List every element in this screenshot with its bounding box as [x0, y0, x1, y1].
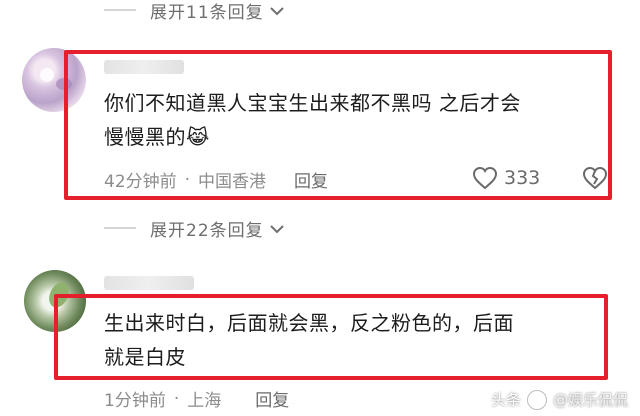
comment-meta: 42分钟前 · 中国香港 回复 — [104, 167, 328, 193]
comment-location: 上海 — [187, 391, 222, 411]
comment-location: 中国香港 — [198, 172, 267, 192]
comment-body: 你们不知道黑人宝宝生出来都不黑吗 之后才会 慢慢黑的😹 — [104, 86, 624, 154]
avatar[interactable] — [24, 270, 86, 332]
expand-replies-mid[interactable]: 展开22条回复 — [104, 214, 284, 242]
comment-time: 1分钟前 — [104, 391, 166, 411]
comment-meta: 1分钟前 · 上海 回复 — [104, 386, 289, 412]
like-button[interactable]: 333 — [472, 166, 540, 190]
avatar-detail — [56, 78, 72, 90]
chevron-down-icon — [269, 1, 284, 20]
watermark-prefix: 头条 — [490, 391, 521, 409]
username-blurred[interactable] — [104, 60, 184, 74]
watermark-account: @娱乐侃侃 — [552, 391, 628, 409]
expand-replies-label: 展开11条回复 — [150, 2, 264, 23]
expand-replies-label: 展开22条回复 — [150, 220, 264, 241]
watermark: 头条 @娱乐侃侃 — [491, 389, 628, 410]
meta-separator: · — [184, 169, 191, 190]
avatar-detail — [45, 279, 73, 311]
divider-line — [104, 227, 136, 229]
heart-icon — [472, 166, 498, 190]
avatar[interactable] — [22, 48, 86, 112]
divider-line — [104, 9, 136, 11]
comment-time: 42分钟前 — [104, 172, 177, 192]
username-blurred[interactable] — [104, 276, 194, 290]
dislike-button[interactable] — [582, 166, 608, 194]
comment-text-line: 慢慢黑的😹 — [104, 120, 624, 154]
like-count: 333 — [504, 167, 541, 189]
reply-button[interactable]: 回复 — [255, 386, 289, 411]
comment-text-line: 生出来时白，后面就会黑，反之粉色的，后面 — [104, 311, 514, 335]
chevron-down-icon — [269, 219, 284, 238]
toutiao-logo-icon — [526, 389, 547, 410]
broken-heart-icon — [582, 166, 608, 190]
avatar-detail — [40, 68, 54, 82]
expand-replies-top[interactable]: 展开11条回复 — [104, 0, 284, 24]
comment-text-fragment: 慢慢黑的 — [104, 125, 186, 149]
reply-button[interactable]: 回复 — [294, 167, 328, 192]
comment-body: 生出来时白，后面就会黑，反之粉色的，后面 就是白皮 — [104, 306, 624, 374]
comment-text-line: 你们不知道黑人宝宝生出来都不黑吗 之后才会 — [104, 91, 521, 115]
meta-separator: · — [173, 388, 180, 409]
comment-text-line: 就是白皮 — [104, 345, 186, 369]
laughing-cat-emoji-icon: 😹 — [186, 125, 210, 149]
